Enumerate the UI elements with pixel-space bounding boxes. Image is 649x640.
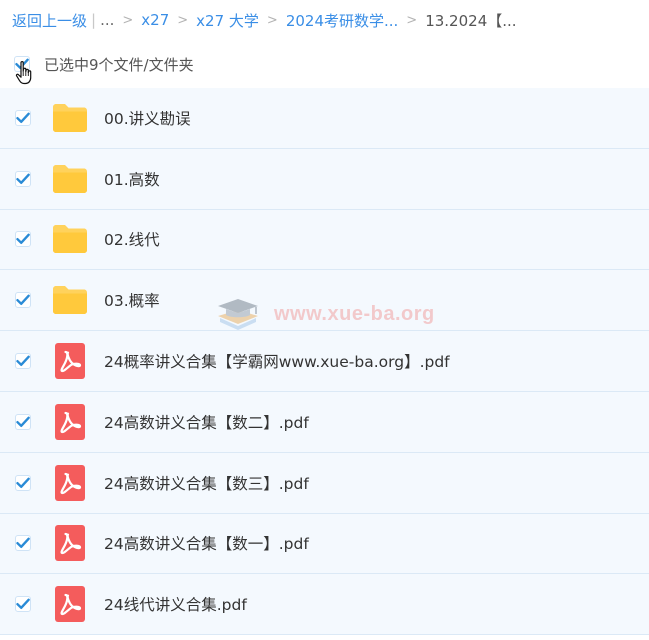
folder-icon [53,103,87,132]
file-row[interactable]: 24高数讲义合集【数三】.pdf [0,452,649,514]
file-name[interactable]: 24高数讲义合集【数一】.pdf [104,532,309,554]
breadcrumb-separator: > [406,12,418,28]
folder-row[interactable]: 01.高数 [0,148,649,210]
check-icon [16,598,30,610]
pdf-file-icon [55,403,85,440]
breadcrumb-back-link[interactable]: 返回上一级 [12,10,87,31]
file-name[interactable]: 01.高数 [104,168,160,190]
file-name[interactable]: 03.概率 [104,289,160,311]
file-name[interactable]: 24高数讲义合集【数三】.pdf [104,472,309,494]
pdf-file-icon [55,586,85,623]
file-name[interactable]: 24线代讲义合集.pdf [104,593,247,615]
breadcrumb-current: 13.2024【... [425,11,517,30]
check-icon [16,416,30,427]
hand-cursor-icon [15,61,32,85]
pdf-icon-wrap [51,585,89,623]
row-checkbox[interactable] [15,292,31,309]
breadcrumb-pipe: | [91,11,97,29]
breadcrumb: 返回上一级 | ... > x27 > x27 大学 > 2024考研数学...… [0,0,649,40]
folder-icon-wrap [51,160,89,198]
check-icon [16,355,30,367]
check-icon [16,294,30,306]
row-checkbox[interactable] [15,413,31,430]
selection-count-label: 已选中9个文件/文件夹 [44,55,194,74]
row-checkbox[interactable] [15,231,31,248]
folder-icon [53,286,87,315]
folder-icon-wrap [51,281,89,319]
check-icon [16,234,30,245]
check-icon [16,112,30,123]
file-row[interactable]: 24线代讲义合集.pdf [0,574,649,636]
folder-row[interactable]: 00.讲义勘误 [0,88,649,149]
breadcrumb-item-x27-university[interactable]: x27 大学 [196,10,259,31]
pdf-icon-wrap [51,464,89,502]
breadcrumb-separator: > [266,12,278,28]
pdf-icon-wrap [51,342,89,380]
file-row[interactable]: 24高数讲义合集【数二】.pdf [0,391,649,453]
folder-row[interactable]: 02.线代 [0,209,649,271]
folder-icon-wrap [51,220,89,258]
check-icon [16,173,30,184]
file-row[interactable]: 24概率讲义合集【学霸网www.xue-ba.org】.pdf [0,331,649,392]
pdf-icon-wrap [51,524,89,562]
row-checkbox[interactable] [15,170,31,187]
file-name[interactable]: 24高数讲义合集【数二】.pdf [104,411,309,433]
file-name[interactable]: 24概率讲义合集【学霸网www.xue-ba.org】.pdf [104,350,450,372]
folder-row[interactable]: 03.概率 [0,270,649,332]
breadcrumb-ellipsis[interactable]: ... [100,11,114,29]
pdf-file-icon [55,343,85,380]
folder-icon [53,225,87,254]
row-checkbox[interactable] [15,353,31,370]
check-icon [16,477,30,488]
row-checkbox[interactable] [15,596,31,613]
row-checkbox[interactable] [15,535,31,552]
row-checkbox[interactable] [15,109,31,126]
breadcrumb-separator: > [122,12,134,28]
breadcrumb-item-2024-math[interactable]: 2024考研数学... [286,10,398,31]
selection-bar: 已选中9个文件/文件夹 [0,40,649,88]
folder-icon [53,164,87,193]
pdf-file-icon [55,464,85,501]
file-name[interactable]: 02.线代 [104,228,160,250]
folder-icon-wrap [51,99,89,137]
breadcrumb-item-x27[interactable]: x27 [141,11,169,29]
pdf-file-icon [55,525,85,562]
breadcrumb-separator: > [177,12,189,28]
file-list: 00.讲义勘误 01.高数 02.线代 03.概率 24概率讲义合集【学霸网www.xu… [0,88,649,636]
row-checkbox[interactable] [15,474,31,491]
check-icon [16,538,30,549]
pdf-icon-wrap [51,403,89,441]
file-name[interactable]: 00.讲义勘误 [104,107,191,129]
file-row[interactable]: 24高数讲义合集【数一】.pdf [0,513,649,575]
